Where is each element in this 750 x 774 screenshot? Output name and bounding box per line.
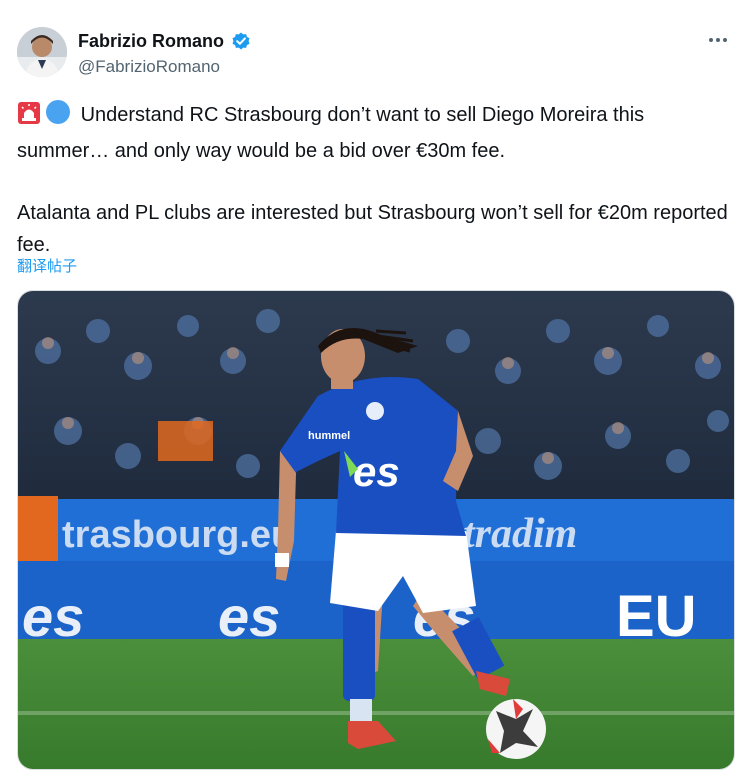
shirt-sponsor-text: es — [353, 448, 400, 495]
siren-icon — [17, 101, 41, 135]
translate-post-link[interactable]: 翻译帖子 — [17, 255, 77, 276]
board-text-3: es — [22, 585, 84, 648]
board-text-1: trasbourg.eu — [62, 514, 294, 556]
blue-circle-icon — [45, 99, 71, 135]
author-handle[interactable]: @FabrizioRomano — [78, 57, 220, 77]
board-text-4: es — [218, 585, 280, 648]
football-player-photo: trasbourg.eu tradim es es es EU — [18, 291, 734, 769]
author-name[interactable]: Fabrizio Romano — [78, 31, 224, 52]
author-avatar[interactable] — [17, 27, 67, 77]
tweet-card: Fabrizio Romano @FabrizioRomano Understa… — [0, 0, 750, 774]
board-text-2: tradim — [463, 511, 577, 557]
avatar-image — [17, 27, 67, 77]
tweet-photo[interactable]: trasbourg.eu tradim es es es EU — [17, 290, 735, 770]
tweet-paragraph-1: Understand RC Strasbourg don’t want to s… — [17, 99, 733, 167]
more-options-icon[interactable] — [704, 28, 732, 52]
tweet-paragraph-1-text: Understand RC Strasbourg don’t want to s… — [17, 104, 645, 162]
tweet-paragraph-2: Atalanta and PL clubs are interested but… — [17, 202, 728, 256]
shirt-brand-text: hummel — [308, 430, 350, 442]
football — [486, 699, 546, 759]
verified-badge-icon — [230, 30, 252, 52]
tweet-text: Understand RC Strasbourg don’t want to s… — [17, 99, 733, 261]
author-name-row: Fabrizio Romano — [78, 30, 252, 52]
